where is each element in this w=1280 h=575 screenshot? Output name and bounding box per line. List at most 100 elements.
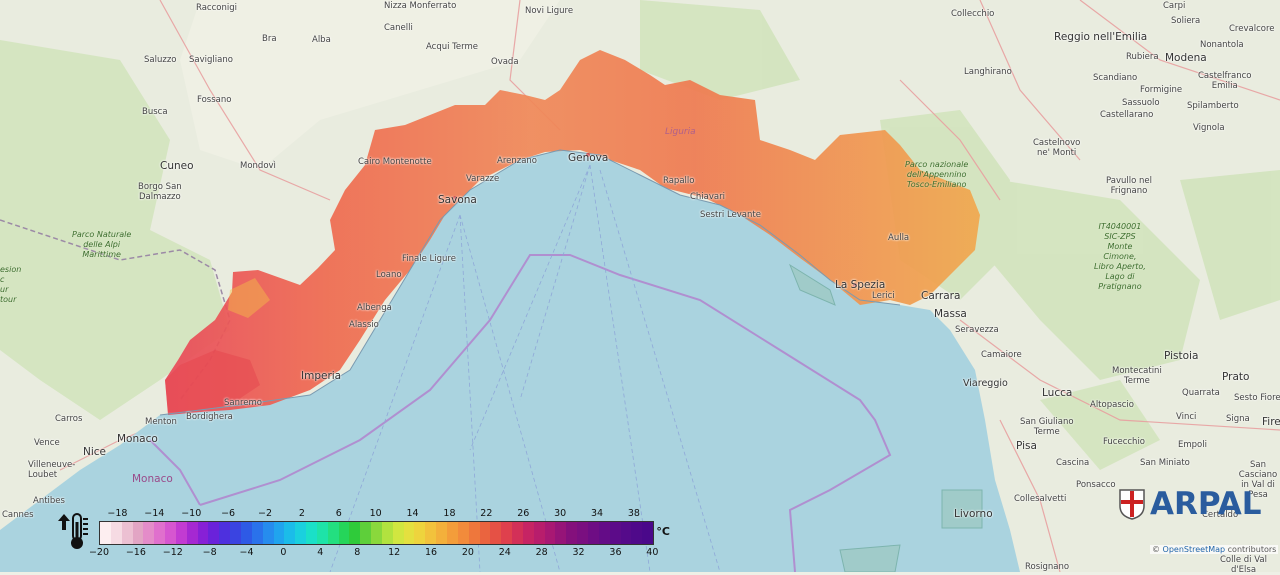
temperature-legend: −18 −14 −10 −6 −2 2 6 10 14 18 22 26 30 34 38 −20 −16 −1… bbox=[55, 508, 675, 568]
legend-swatch bbox=[132, 522, 144, 544]
label-scandiano: Scandiano bbox=[1093, 73, 1138, 83]
legend-swatch bbox=[414, 522, 426, 544]
legend-tick-bottom: 20 bbox=[461, 547, 474, 558]
label-alassio: Alassio bbox=[349, 320, 379, 330]
legend-swatch bbox=[349, 522, 361, 544]
legend-swatch bbox=[295, 522, 307, 544]
label-ponsacco: Ponsacco bbox=[1076, 480, 1116, 490]
legend-unit: °C bbox=[656, 525, 670, 538]
label-edge-left: esion c ur tour bbox=[0, 265, 22, 304]
legend-tick-top: 34 bbox=[590, 508, 604, 519]
legend-swatch bbox=[533, 522, 545, 544]
label-altopascio: Altopascio bbox=[1090, 400, 1134, 410]
label-lucca: Lucca bbox=[1042, 387, 1073, 399]
legend-tick-bottom: −12 bbox=[162, 547, 183, 558]
legend-swatch bbox=[512, 522, 523, 544]
legend-tick-bottom: −20 bbox=[88, 547, 110, 558]
legend-swatch bbox=[598, 522, 610, 544]
label-sanminiato: San Miniato bbox=[1140, 458, 1190, 468]
legend-tick-top: 2 bbox=[298, 508, 305, 519]
legend-swatch bbox=[316, 522, 328, 544]
legend-swatch bbox=[609, 522, 621, 544]
label-arenzano: Arenzano bbox=[497, 156, 537, 166]
label-busca: Busca bbox=[142, 107, 168, 117]
label-borgo: Borgo San Dalmazzo bbox=[138, 182, 182, 202]
legend-swatch bbox=[230, 522, 241, 544]
legend-tick-top: −18 bbox=[107, 508, 128, 519]
label-aulla: Aulla bbox=[888, 233, 910, 243]
legend-tick-top: 6 bbox=[335, 508, 342, 519]
label-carros: Carros bbox=[55, 414, 83, 424]
legend-swatch bbox=[306, 522, 317, 544]
openstreetmap-link[interactable]: OpenStreetMap bbox=[1163, 545, 1226, 554]
legend-swatch bbox=[381, 522, 393, 544]
color-scale-bar bbox=[99, 521, 655, 545]
label-modena: Modena bbox=[1165, 52, 1207, 64]
legend-swatch bbox=[208, 522, 220, 544]
legend-swatch bbox=[403, 522, 415, 544]
label-cascina: Cascina bbox=[1056, 458, 1090, 468]
legend-tick-top: −6 bbox=[221, 508, 236, 519]
legend-swatch bbox=[544, 522, 556, 544]
label-signa: Signa bbox=[1226, 414, 1250, 424]
label-spilamberto: Spilamberto bbox=[1187, 101, 1239, 111]
thermometer-icon bbox=[58, 513, 88, 549]
legend-swatch bbox=[631, 522, 643, 544]
legend-tick-bottom: 0 bbox=[280, 547, 287, 558]
legend-tick-bottom: −4 bbox=[239, 547, 254, 558]
legend-swatch bbox=[501, 522, 513, 544]
label-nonantola: Nonantola bbox=[1200, 40, 1244, 50]
label-formigine: Formigine bbox=[1140, 85, 1183, 95]
label-carpi: Carpi bbox=[1163, 1, 1186, 11]
label-pisa: Pisa bbox=[1016, 440, 1037, 452]
label-vignola: Vignola bbox=[1193, 123, 1225, 133]
label-imperia: Imperia bbox=[301, 370, 342, 382]
label-bordighera: Bordighera bbox=[186, 412, 233, 422]
label-collecchio: Collecchio bbox=[951, 9, 995, 19]
label-acqui: Acqui Terme bbox=[426, 42, 479, 52]
label-villeneuve: Villeneuve- Loubet bbox=[28, 460, 76, 480]
legend-tick-bottom: 32 bbox=[572, 547, 585, 558]
label-liguria: Liguria bbox=[665, 127, 696, 137]
label-pavullo: Pavullo nel Frignano bbox=[1106, 176, 1152, 196]
legend-swatch bbox=[338, 522, 350, 544]
label-monaco-city: Monaco bbox=[117, 433, 158, 445]
label-albenga: Albenga bbox=[357, 303, 392, 313]
legend-tick-top: 22 bbox=[480, 508, 493, 519]
legend-swatch bbox=[197, 522, 209, 544]
label-colle: Colle di Val d'Elsa bbox=[1220, 555, 1267, 575]
legend-swatch bbox=[620, 522, 632, 544]
label-park-appennino: Parco nazionale dell'Appennino Tosco-Emi… bbox=[905, 160, 969, 189]
legend-tick-bottom: 28 bbox=[535, 547, 548, 558]
map-attribution: © OpenStreetMap contributors bbox=[1150, 545, 1279, 554]
label-sanremo: Sanremo bbox=[224, 398, 263, 408]
legend-swatch bbox=[273, 522, 285, 544]
label-crevalcore: Crevalcore bbox=[1229, 24, 1275, 34]
legend-tick-bottom: 4 bbox=[317, 547, 324, 558]
label-empoli: Empoli bbox=[1178, 440, 1207, 450]
label-cannes: Cannes bbox=[2, 510, 34, 520]
label-saluzzo: Saluzzo bbox=[144, 55, 177, 65]
legend-swatch bbox=[327, 522, 339, 544]
legend-swatch bbox=[360, 522, 372, 544]
legend-swatch bbox=[371, 522, 382, 544]
logo-text: ARPAL bbox=[1150, 486, 1262, 522]
legend-swatch bbox=[490, 522, 502, 544]
legend-tick-top: 14 bbox=[406, 508, 419, 519]
legend-swatch bbox=[555, 522, 567, 544]
label-nizza: Nizza Monferrato bbox=[384, 1, 457, 11]
label-massa: Massa bbox=[934, 308, 967, 320]
label-sestri: Sestri Levante bbox=[700, 210, 761, 220]
legend-swatch bbox=[522, 522, 534, 544]
legend-swatch bbox=[447, 522, 458, 544]
label-castellarano: Castellarano bbox=[1100, 110, 1154, 120]
legend-swatch bbox=[175, 522, 187, 544]
label-soliera: Soliera bbox=[1171, 16, 1201, 26]
label-novi: Novi Ligure bbox=[525, 6, 574, 16]
label-pistoia: Pistoia bbox=[1164, 350, 1199, 362]
label-mondovi: Mondovì bbox=[240, 161, 276, 171]
label-genova: Genova bbox=[568, 152, 609, 164]
legend-swatch bbox=[121, 522, 133, 544]
label-fucecchio: Fucecchio bbox=[1103, 437, 1146, 447]
legend-swatch bbox=[566, 522, 578, 544]
